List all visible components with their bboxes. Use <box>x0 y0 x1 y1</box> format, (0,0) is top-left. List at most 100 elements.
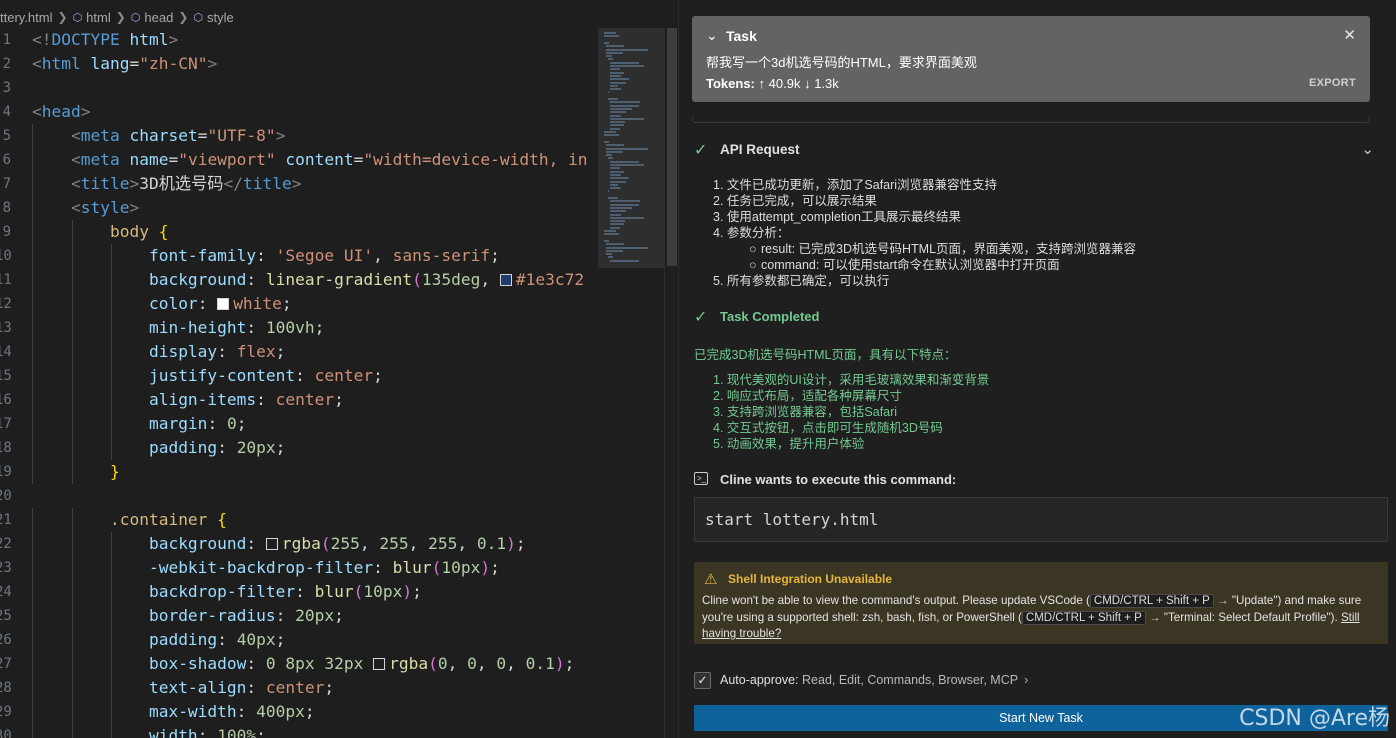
line-number: 30 <box>0 728 12 738</box>
code-line[interactable]: 8 <style> <box>0 196 598 220</box>
minimap-line <box>604 41 609 44</box>
export-button[interactable]: EXPORT <box>1309 77 1356 89</box>
minimap[interactable] <box>598 28 664 738</box>
code-line[interactable]: 29 max-width: 400px; <box>0 700 598 724</box>
list-item: ○ result: 已完成3D机选号码HTML页面，界面美观，支持跨浏览器兼容 <box>713 241 1136 257</box>
code-line[interactable]: 1 <!DOCTYPE html> <box>0 28 598 52</box>
code-text: <meta charset="UTF-8"> <box>70 126 286 145</box>
command-title: Cline wants to execute this command: <box>720 472 957 487</box>
code-line[interactable]: 25 border-radius: 20px; <box>0 604 598 628</box>
code-line[interactable]: 13 min-height: 100vh; <box>0 316 598 340</box>
minimap-line <box>610 177 630 180</box>
task-tokens: Tokens: ↑ 40.9k ↓ 1.3k <box>706 76 839 91</box>
code-line[interactable]: 12 color: white; <box>0 292 598 316</box>
chevron-right-icon[interactable]: › <box>1024 673 1028 687</box>
minimap-line <box>610 127 620 130</box>
minimap-line <box>610 84 618 87</box>
minimap-line <box>608 58 613 61</box>
close-icon[interactable]: ✕ <box>1343 26 1356 44</box>
minimap-line <box>610 200 640 203</box>
arrow-up-icon: ↑ <box>758 76 769 91</box>
minimap-line <box>610 107 633 110</box>
line-number: 16 <box>0 392 12 408</box>
code-line[interactable]: 28 text-align: center; <box>0 676 598 700</box>
command-box[interactable]: start lottery.html <box>694 497 1388 542</box>
code-line[interactable]: 22 background: rgba(255, 255, 255, 0.1); <box>0 532 598 556</box>
code-line[interactable]: 2 <html lang="zh-CN"> <box>0 52 598 76</box>
code-area[interactable]: 1 <!DOCTYPE html> 2 <html lang="zh-CN"> 3 4 <h… <box>0 28 598 738</box>
code-line[interactable]: 9 body { <box>0 220 598 244</box>
task-title: Task <box>726 28 757 44</box>
code-text: <head> <box>32 102 91 121</box>
code-line[interactable]: 7 <title>3D机选号码</title> <box>0 172 598 196</box>
list-item: 2. 任务已完成，可以展示结果 <box>713 194 877 208</box>
auto-approve-items: Read, Edit, Commands, Browser, MCP <box>802 673 1019 687</box>
minimap-line <box>610 61 639 64</box>
divider <box>692 117 1370 123</box>
code-text: <title>3D机选号码</title> <box>70 174 302 193</box>
chevron-down-icon[interactable]: ⌄ <box>1361 140 1374 158</box>
line-number: 11 <box>0 272 12 288</box>
line-number: 23 <box>0 560 12 576</box>
color-swatch[interactable] <box>499 274 512 286</box>
code-line[interactable]: 5 <meta charset="UTF-8"> <box>0 124 598 148</box>
code-line[interactable]: 24 backdrop-filter: blur(10px); <box>0 580 598 604</box>
code-line[interactable]: 20 <box>0 484 598 508</box>
api-request-list: 1. 文件已成功更新，添加了Safari浏览器兼容性支持 2. 任务已完成，可以… <box>713 177 1136 289</box>
arrow-down-icon: ↓ <box>804 76 815 91</box>
line-number: 14 <box>0 344 12 360</box>
code-line[interactable]: 11 background: linear-gradient(135deg, #… <box>0 268 598 292</box>
auto-approve-label[interactable]: Auto-approve: Read, Edit, Commands, Brow… <box>720 673 1028 687</box>
minimap-line <box>610 68 621 71</box>
minimap-line <box>606 48 649 51</box>
code-editor[interactable]: ttery.html ❯ ⬡ html ❯ ⬡ head ❯ ⬡ style 1 <!D… <box>0 0 678 738</box>
code-line[interactable]: 26 padding: 40px; <box>0 628 598 652</box>
code-text: max-width: 400px; <box>148 702 315 721</box>
code-line[interactable]: 30 width: 100%; <box>0 724 598 738</box>
code-line[interactable]: 17 margin: 0; <box>0 412 598 436</box>
minimap-line <box>610 124 624 127</box>
editor-scrollbar-thumb[interactable] <box>667 28 677 266</box>
code-line[interactable]: 23 -webkit-backdrop-filter: blur(10px); <box>0 556 598 580</box>
code-line[interactable]: 19 } <box>0 460 598 484</box>
minimap-line <box>606 55 612 58</box>
minimap-line <box>610 259 639 262</box>
code-line[interactable]: 16 align-items: center; <box>0 388 598 412</box>
code-text: <html lang="zh-CN"> <box>32 54 218 73</box>
code-text: font-family: 'Segoe UI', sans-serif; <box>148 246 500 265</box>
list-item: 4. 交互式按钮，点击即可生成随机3D号码 <box>713 421 943 435</box>
line-number: 9 <box>2 224 11 240</box>
code-line[interactable]: 15 justify-content: center; <box>0 364 598 388</box>
code-line[interactable]: 4 <head> <box>0 100 598 124</box>
color-swatch[interactable] <box>265 538 278 550</box>
code-line[interactable]: 14 display: flex; <box>0 340 598 364</box>
editor-scrollbar[interactable] <box>664 28 678 738</box>
code-text: width: 100%; <box>148 726 266 738</box>
list-item: 1. 现代美观的UI设计，采用毛玻璃效果和渐变背景 <box>713 373 990 387</box>
minimap-line <box>610 213 622 216</box>
code-line[interactable]: 21 .container { <box>0 508 598 532</box>
breadcrumb-head[interactable]: ⬡ head <box>131 10 174 25</box>
code-line[interactable]: 6 <meta name="viewport" content="width=d… <box>0 148 598 172</box>
code-line[interactable]: 27 box-shadow: 0 8px 32px rgba(0, 0, 0, … <box>0 652 598 676</box>
breadcrumb-file[interactable]: ttery.html <box>0 10 53 25</box>
minimap-line <box>604 134 620 137</box>
auto-approve-checkbox[interactable]: ✓ <box>694 672 711 689</box>
color-swatch[interactable] <box>217 298 230 310</box>
bullet-icon: ○ <box>749 242 757 256</box>
line-number: 2 <box>2 56 11 72</box>
minimap-line <box>606 243 624 246</box>
chevron-down-icon[interactable]: ⌄ <box>706 27 718 44</box>
breadcrumb-style[interactable]: ⬡ style <box>193 10 233 25</box>
api-request-header[interactable]: ✓ API Request ⌄ <box>694 140 1384 160</box>
code-text: body { <box>109 222 169 241</box>
code-line[interactable]: 10 font-family: 'Segoe UI', sans-serif; <box>0 244 598 268</box>
breadcrumb-html[interactable]: ⬡ html <box>73 10 111 25</box>
color-swatch[interactable] <box>373 658 386 670</box>
task-header[interactable]: ⌄ Task ✕ 帮我写一个3d机选号码的HTML，要求界面美观 Tokens:… <box>692 16 1370 102</box>
code-line[interactable]: 3 <box>0 76 598 100</box>
cline-panel: ⌄ Task ✕ 帮我写一个3d机选号码的HTML，要求界面美观 Tokens:… <box>678 0 1396 738</box>
code-line[interactable]: 18 padding: 20px; <box>0 436 598 460</box>
line-number: 24 <box>0 584 12 600</box>
minimap-line <box>608 157 613 160</box>
